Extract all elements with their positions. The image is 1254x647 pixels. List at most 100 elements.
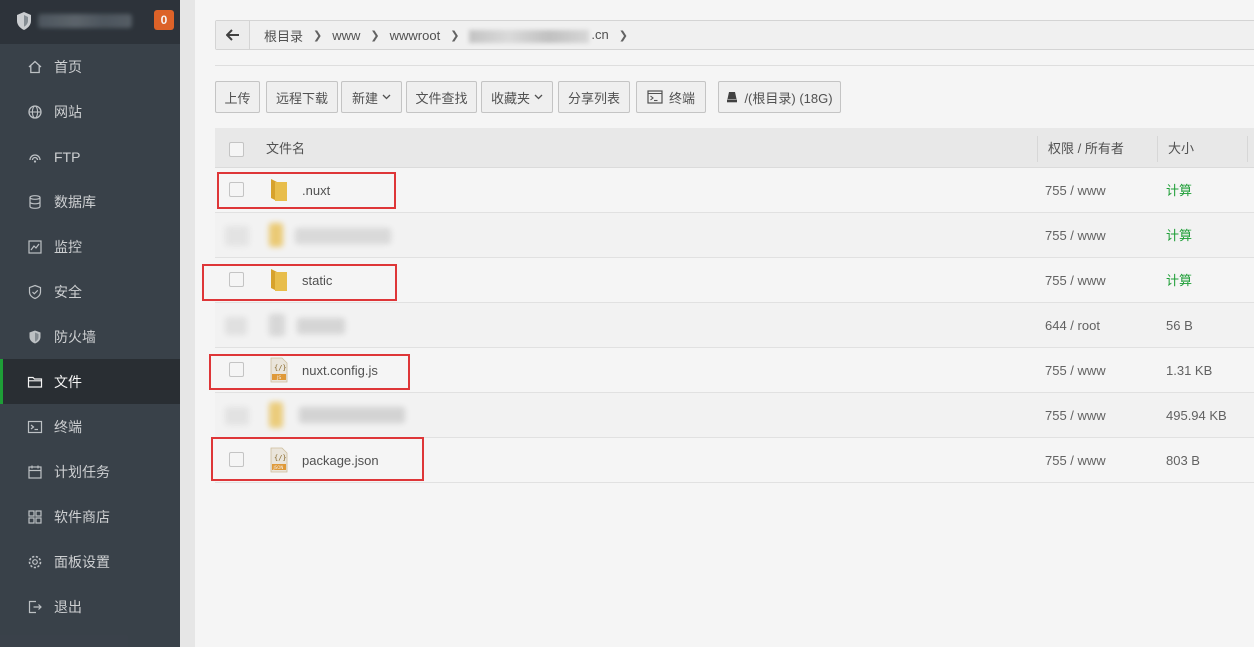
sidebar-item-label: 首页	[54, 58, 82, 75]
file-permission[interactable]: 755 / www	[1045, 438, 1106, 483]
sidebar-item-label: 安全	[54, 283, 82, 300]
disk-icon	[727, 92, 738, 103]
sidebar-item-settings[interactable]: 面板设置	[0, 539, 180, 584]
sidebar-item-label: 退出	[54, 598, 82, 615]
sidebar-item-ftp[interactable]: FTP	[0, 134, 180, 179]
folder-icon	[27, 374, 43, 390]
sidebar-item-label: 监控	[54, 238, 82, 255]
remote-download-label: 远程下载	[275, 90, 328, 106]
ftp-icon	[27, 149, 43, 165]
calculate-size-link[interactable]: 计算	[1166, 258, 1192, 303]
column-header-size[interactable]: 大小	[1168, 128, 1194, 168]
file-permission[interactable]: 644 / root	[1045, 303, 1100, 348]
upload-label: 上传	[224, 90, 251, 106]
sidebar-item-label: 防火墙	[54, 328, 96, 345]
sidebar-item-terminal[interactable]: 终端	[0, 404, 180, 449]
table-header: 文件名 权限 / 所有者 大小	[215, 128, 1254, 168]
sidebar-item-database[interactable]: 数据库	[0, 179, 180, 224]
file-permission[interactable]: 755 / www	[1045, 213, 1106, 258]
path-bar: 根目录 ❯ www ❯ wwwroot ❯ .cn ❯	[215, 20, 1254, 50]
chevron-right-icon: ❯	[313, 29, 323, 42]
sidebar-item-label: 网站	[54, 103, 82, 120]
gear-icon	[27, 554, 43, 570]
breadcrumb: 根目录 ❯ www ❯ wwwroot ❯ .cn ❯	[250, 26, 634, 45]
logout-icon	[27, 599, 43, 615]
panel-logo-icon	[17, 12, 31, 30]
new-dropdown-button[interactable]: 新建	[341, 81, 402, 113]
remote-download-button[interactable]: 远程下载	[266, 81, 338, 113]
table-row[interactable]: 755 / www 计算	[215, 213, 1254, 258]
chevron-right-icon: ❯	[370, 29, 380, 42]
file-permission[interactable]: 755 / www	[1045, 348, 1106, 393]
sidebar-item-monitor[interactable]: 监控	[0, 224, 180, 269]
new-label: 新建	[351, 90, 378, 106]
breadcrumb-root[interactable]: 根目录	[260, 26, 307, 45]
breadcrumb-wwwroot[interactable]: wwwroot	[386, 28, 445, 43]
file-manager-panel: 根目录 ❯ www ❯ wwwroot ❯ .cn ❯ 上传 远程下载 新建 文…	[195, 0, 1254, 647]
select-all-checkbox[interactable]	[229, 142, 244, 157]
share-list-button[interactable]: 分享列表	[558, 81, 630, 113]
arrow-left-icon	[225, 29, 239, 41]
breadcrumb-site-suffix: .cn	[591, 27, 609, 43]
file-size: 495.94 KB	[1166, 408, 1227, 423]
sidebar-item-home[interactable]: 首页	[0, 44, 180, 89]
redacted-file-name	[299, 407, 405, 423]
redacted-file-name	[297, 318, 345, 334]
sidebar-item-files[interactable]: 文件	[0, 359, 180, 404]
chevron-right-icon: ❯	[450, 29, 460, 42]
column-divider	[1247, 136, 1248, 162]
calculate-size-link[interactable]: 计算	[1166, 168, 1192, 213]
terminal-icon	[27, 419, 43, 435]
disk-button[interactable]: /(根目录) (18G)	[718, 81, 841, 113]
file-search-button[interactable]: 文件查找	[406, 81, 477, 113]
breadcrumb-www[interactable]: www	[328, 28, 364, 43]
file-size: 56 B	[1166, 318, 1193, 333]
sidebar-item-label: 文件	[54, 373, 82, 390]
sidebar-item-firewall[interactable]: 防火墙	[0, 314, 180, 359]
file-permission[interactable]: 755 / www	[1045, 393, 1106, 438]
column-header-name[interactable]: 文件名	[266, 128, 305, 168]
terminal-label: 终端	[668, 90, 695, 106]
sidebar-item-security[interactable]: 安全	[0, 269, 180, 314]
file-search-label: 文件查找	[415, 90, 468, 106]
table-row[interactable]: 755 / www 495.94 KB	[215, 393, 1254, 438]
redacted-checkbox	[225, 226, 249, 246]
apps-icon	[27, 509, 43, 525]
favorites-label: 收藏夹	[490, 90, 530, 106]
sidebar-item-label: 面板设置	[54, 553, 110, 570]
calendar-icon	[27, 464, 43, 480]
back-button[interactable]	[216, 21, 250, 49]
chevron-down-icon	[534, 94, 543, 100]
column-divider	[1157, 136, 1158, 162]
breadcrumb-site[interactable]: .cn	[465, 27, 612, 43]
sidebar-nav: 首页 网站 FTP 数据库 监控 安全 防火墙 文件 终端 计划任务 软件商店 …	[0, 44, 180, 629]
sidebar-item-label: FTP	[54, 148, 81, 165]
terminal-icon	[647, 90, 663, 104]
highlight-box-package-json	[211, 437, 424, 481]
file-permission[interactable]: 755 / www	[1045, 258, 1106, 303]
sidebar-item-cron[interactable]: 计划任务	[0, 449, 180, 494]
database-icon	[27, 194, 43, 210]
server-name-redacted	[38, 14, 132, 28]
firewall-icon	[27, 329, 43, 345]
favorites-dropdown-button[interactable]: 收藏夹	[481, 81, 553, 113]
divider	[215, 65, 1254, 66]
highlight-box-static	[202, 264, 397, 301]
highlight-box-nuxt-config	[209, 354, 410, 390]
table-row[interactable]: 644 / root 56 B	[215, 303, 1254, 348]
file-size: 803 B	[1166, 453, 1200, 468]
file-permission[interactable]: 755 / www	[1045, 168, 1106, 213]
redacted-file-icon	[269, 314, 285, 336]
calculate-size-link[interactable]: 计算	[1166, 213, 1192, 258]
sidebar-item-logout[interactable]: 退出	[0, 584, 180, 629]
chevron-down-icon	[382, 94, 391, 100]
upload-button[interactable]: 上传	[215, 81, 260, 113]
notification-badge[interactable]: 0	[154, 10, 174, 30]
redacted-folder-icon	[269, 402, 283, 428]
column-header-perm[interactable]: 权限 / 所有者	[1048, 128, 1124, 168]
sidebar-item-website[interactable]: 网站	[0, 89, 180, 134]
sidebar-item-store[interactable]: 软件商店	[0, 494, 180, 539]
terminal-button[interactable]: 终端	[636, 81, 706, 113]
sidebar: 0 首页 网站 FTP 数据库 监控 安全 防火墙 文件 终端 计划任务 软件商…	[0, 0, 180, 647]
highlight-box-nuxt	[217, 172, 396, 209]
